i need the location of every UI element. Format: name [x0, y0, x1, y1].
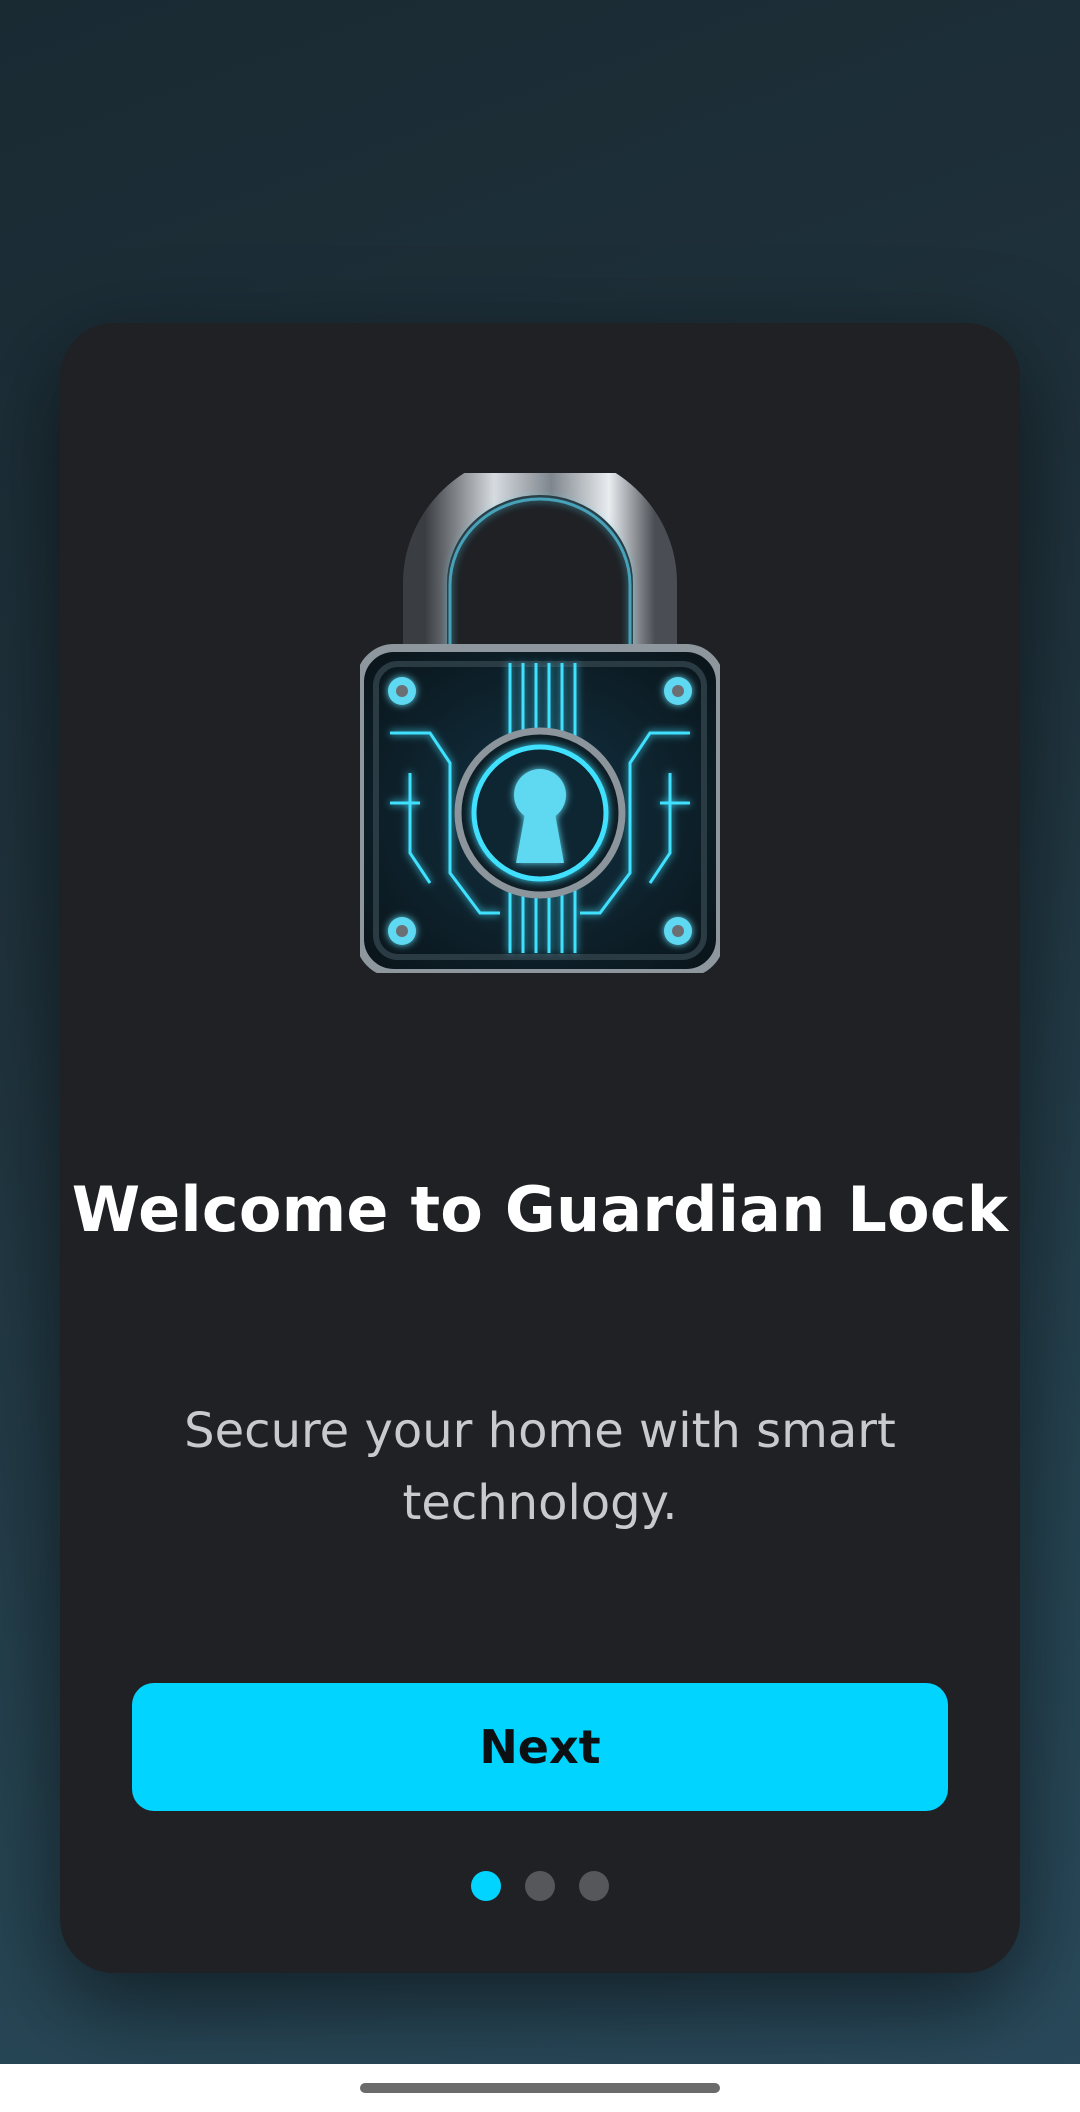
padlock-circuit-icon — [356, 451, 724, 977]
page-indicator — [60, 1871, 1020, 1901]
home-indicator[interactable] — [360, 2083, 720, 2093]
page-dot-1[interactable] — [471, 1871, 501, 1901]
system-nav-bar — [0, 2064, 1080, 2112]
welcome-title: Welcome to Guardian Lock — [71, 1173, 1009, 1246]
onboarding-card: Welcome to Guardian Lock Secure your hom… — [60, 323, 1020, 1973]
next-button[interactable]: Next — [132, 1683, 948, 1811]
welcome-subtitle: Secure your home with smart technology. — [184, 1403, 896, 1531]
page-dot-2[interactable] — [525, 1871, 555, 1901]
page-dot-3[interactable] — [579, 1871, 609, 1901]
